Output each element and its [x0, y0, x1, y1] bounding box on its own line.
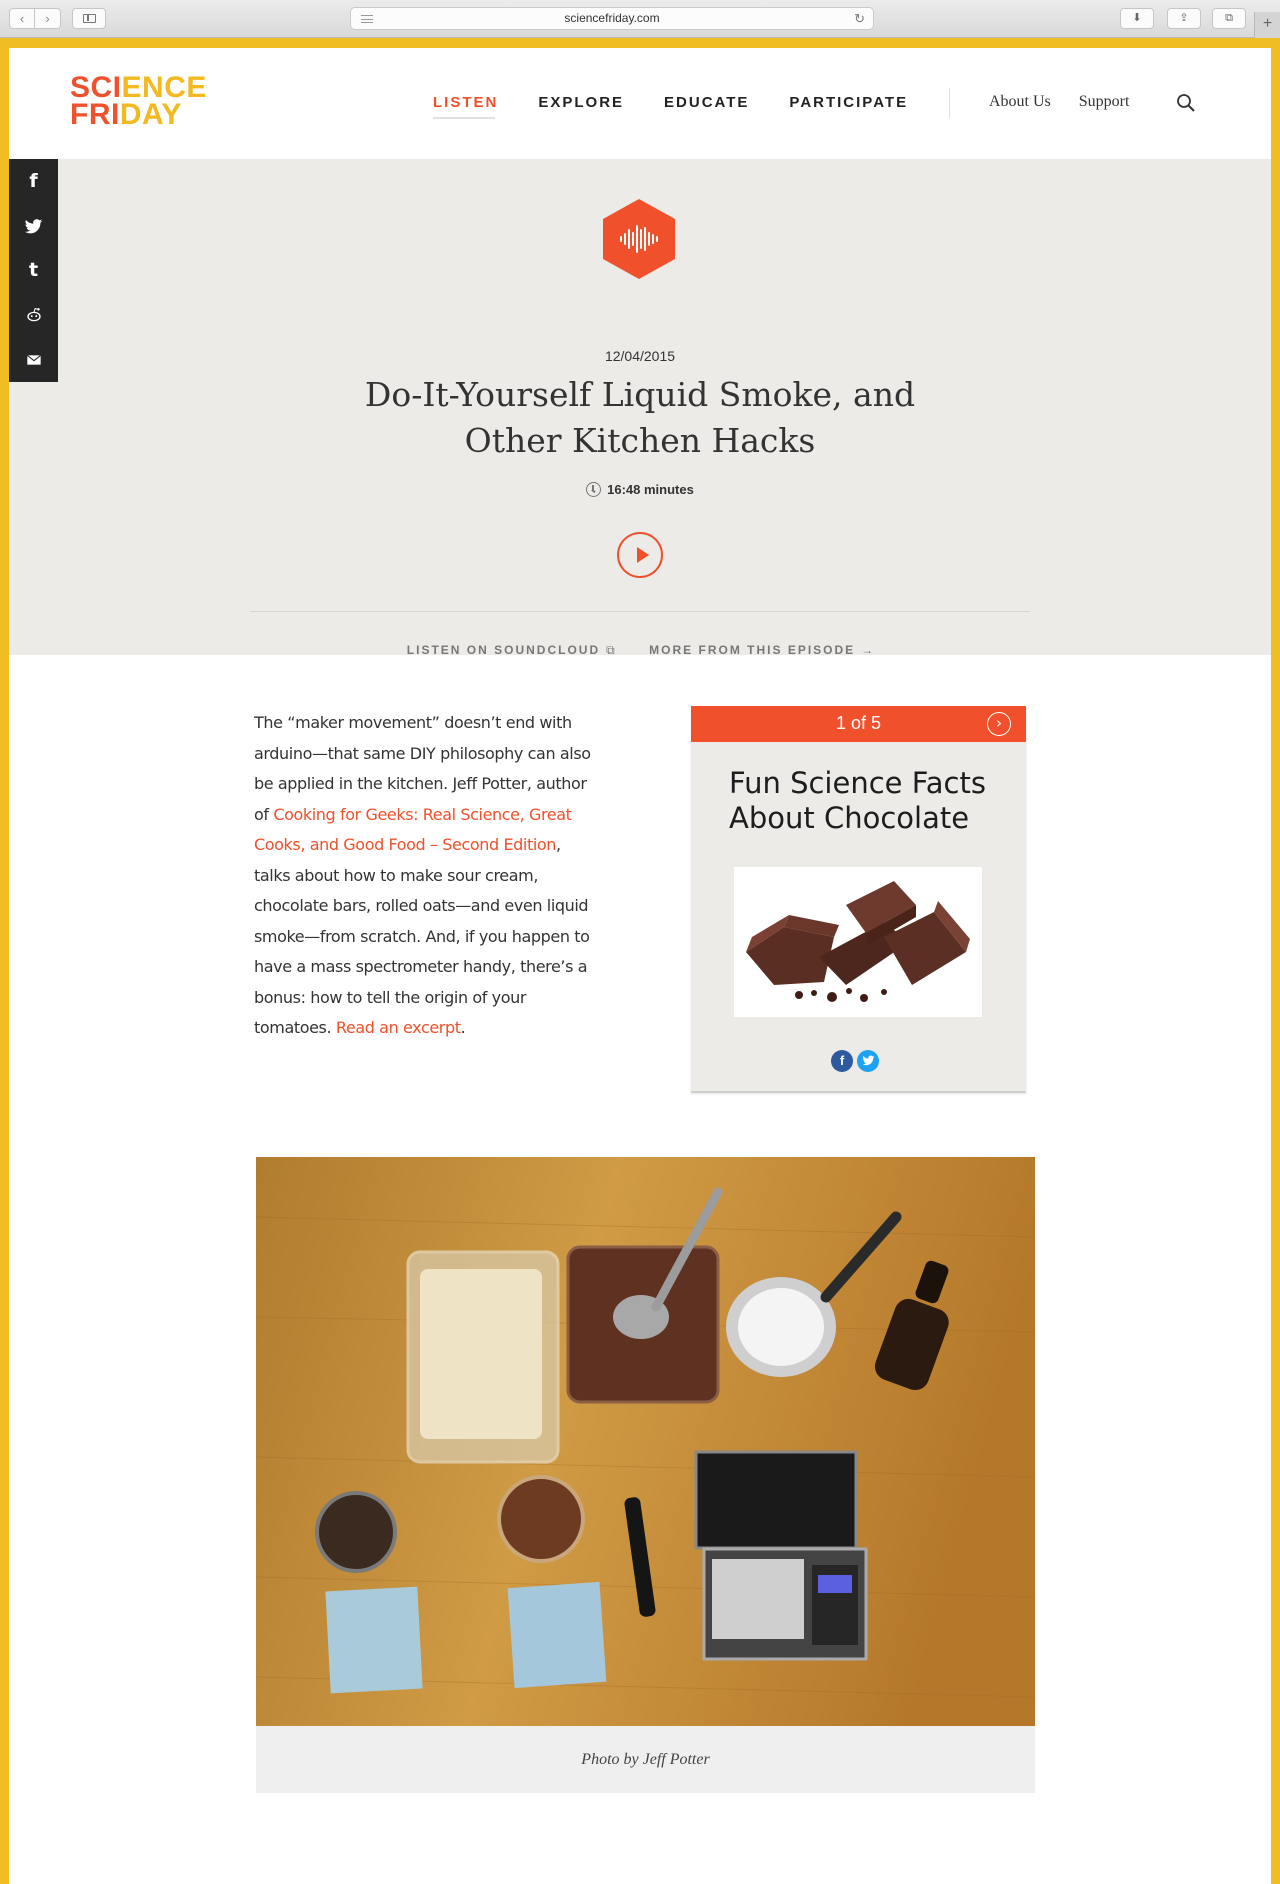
nav-explore[interactable]: EXPLORE [538, 94, 624, 111]
external-link-icon: ⧉ [606, 643, 615, 657]
twitter-icon[interactable] [9, 204, 58, 249]
sidebar-icon [83, 14, 96, 23]
read-excerpt-link[interactable]: Read an excerpt [336, 1018, 461, 1037]
reader-icon[interactable] [361, 15, 373, 23]
browser-toolbar: ‹ › sciencefriday.com ↻ ⬇ ⇪ ⧉ + [0, 0, 1280, 38]
facebook-icon[interactable]: f [9, 159, 58, 204]
site-header: SCIENCE FRIDAY LISTEN EXPLORE EDUCATE PA… [9, 48, 1271, 159]
back-button[interactable]: ‹ [9, 8, 35, 29]
reload-icon[interactable]: ↻ [854, 8, 865, 29]
episode-date: 12/04/2015 [604, 348, 676, 364]
twitter-icon[interactable] [857, 1050, 879, 1072]
main-nav: LISTEN EXPLORE EDUCATE PARTICIPATE [433, 94, 948, 119]
facebook-icon[interactable]: f [831, 1050, 853, 1072]
chocolate-image[interactable] [734, 867, 982, 1017]
downloads-button[interactable]: ⬇ [1120, 8, 1154, 29]
email-icon[interactable] [9, 337, 58, 382]
slideshow-title: Fun Science Facts About Chocolate [729, 766, 986, 835]
nav-support[interactable]: Support [1079, 93, 1130, 111]
nav-educate[interactable]: EDUCATE [664, 94, 749, 111]
reddit-icon[interactable] [9, 293, 58, 338]
article-paragraph: The “maker movement” doesn’t end with ar… [254, 713, 591, 1037]
chevron-right-icon[interactable]: › [987, 712, 1011, 736]
secondary-nav: About Us Support [989, 93, 1157, 111]
tumblr-icon[interactable]: t [9, 248, 58, 293]
article-photo [256, 1157, 1035, 1726]
more-from-episode-link[interactable]: MORE FROM THIS EPISODE → [649, 643, 873, 657]
history-nav: ‹ › [9, 8, 61, 29]
episode-title: Do-It-Yourself Liquid Smoke, and Other K… [364, 375, 916, 460]
photo-caption: Photo by Jeff Potter [256, 1726, 1035, 1793]
search-icon[interactable] [1176, 93, 1196, 113]
slideshow-widget[interactable]: 1 of 5 › Fun Science Facts About Chocola… [691, 706, 1026, 1093]
nav-participate[interactable]: PARTICIPATE [789, 94, 908, 111]
clock-icon [586, 482, 602, 497]
tabs-button[interactable]: ⧉ [1212, 8, 1246, 29]
slide-counter: 1 of 5 [835, 713, 882, 733]
site-logo[interactable]: SCIENCE FRIDAY [70, 73, 207, 130]
divider [250, 611, 1030, 612]
episode-links: LISTEN ON SOUNDCLOUD ⧉ MORE FROM THIS EPI… [9, 641, 1271, 659]
address-bar[interactable]: sciencefriday.com ↻ [350, 7, 874, 30]
new-tab-button[interactable]: + [1254, 12, 1280, 38]
url-text: sciencefriday.com [564, 11, 660, 25]
book-link[interactable]: Cooking for Geeks: Real Science, Great C… [254, 805, 572, 855]
nav-listen[interactable]: LISTEN [433, 94, 498, 119]
widget-share: f [831, 1050, 883, 1072]
nav-divider [949, 88, 950, 118]
share-button[interactable]: ⇪ [1167, 8, 1201, 29]
forward-button[interactable]: › [35, 8, 61, 29]
listen-on-soundcloud-link[interactable]: LISTEN ON SOUNDCLOUD ⧉ [407, 643, 615, 658]
duration-text: 16:48 minutes [607, 482, 694, 497]
web-page: SCIENCE FRIDAY LISTEN EXPLORE EDUCATE PA… [9, 48, 1271, 1884]
slideshow-header: 1 of 5 › [691, 706, 1026, 742]
sidebar-toggle-button[interactable] [72, 8, 106, 29]
nav-about-us[interactable]: About Us [989, 93, 1051, 111]
episode-hero: 12/04/2015 Do-It-Yourself Liquid Smoke, … [9, 159, 1271, 657]
arrow-right-icon: → [861, 643, 874, 657]
share-sidebar: f t [9, 159, 58, 382]
episode-duration: 16:48 minutes [9, 482, 1271, 497]
audio-waveform-icon [603, 199, 675, 279]
play-button[interactable] [617, 532, 663, 578]
